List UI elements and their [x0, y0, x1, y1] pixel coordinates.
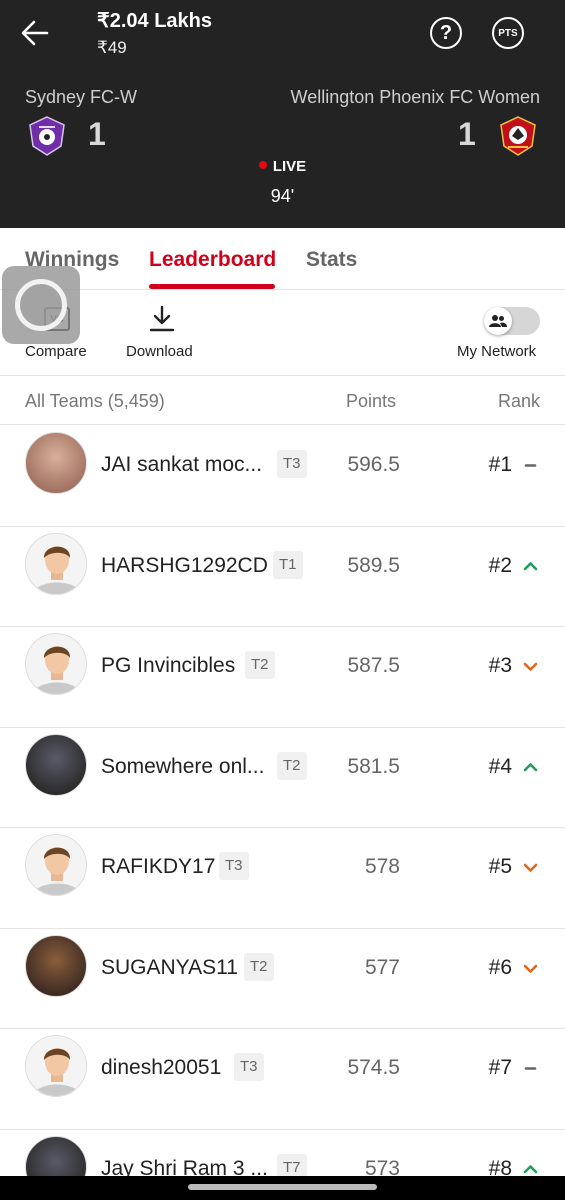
team-rank: #2	[488, 553, 512, 577]
download-button[interactable]: Download	[126, 343, 193, 360]
team-rank: #1	[488, 453, 512, 476]
my-network-toggle[interactable]	[484, 307, 540, 335]
team-number-badge: T2	[245, 651, 275, 679]
leaderboard-row[interactable]: RAFIKDY17 T3 578 #5	[0, 828, 565, 929]
dash-icon	[524, 1067, 537, 1070]
match-header: ₹2.04 Lakhs ₹49 ? PTS Sydney FC-W Wellin…	[0, 0, 565, 228]
leaderboard-row[interactable]: JAI sankat moc... T3 596.5 #1	[0, 426, 565, 527]
leaderboard-header: All Teams (5,459) Points Rank	[0, 377, 565, 425]
compare-button[interactable]: Compare	[25, 343, 87, 360]
leaderboard-row[interactable]: SUGANYAS11 T2 577 #6	[0, 929, 565, 1029]
team-rank: #6	[488, 955, 512, 979]
user-avatar	[25, 733, 87, 796]
chevron-up-icon	[523, 762, 538, 771]
default-avatar-icon	[25, 834, 87, 896]
system-nav-bar	[0, 1176, 565, 1200]
match-minute: 94'	[270, 186, 295, 206]
team-number-badge: T3	[234, 1053, 264, 1081]
live-indicator: LIVE	[0, 158, 565, 175]
download-icon[interactable]	[149, 305, 175, 333]
team-owner-name: PG Invincibles	[101, 654, 236, 677]
team-number-badge: T3	[277, 450, 307, 478]
home-team-logo	[29, 116, 65, 156]
points-system-button[interactable]: PTS	[492, 17, 524, 49]
help-button[interactable]: ?	[430, 17, 462, 49]
team-rank: #7	[488, 1056, 512, 1079]
team-owner-name: dinesh20051	[101, 1056, 222, 1079]
tab-bar: Winnings Leaderboard Stats	[0, 228, 565, 290]
leaderboard-row[interactable]: PG Invincibles T2 587.5 #3	[0, 627, 565, 728]
user-avatar	[25, 934, 87, 997]
default-avatar-icon	[25, 532, 87, 595]
assist-ring-icon	[15, 279, 67, 331]
user-avatar	[25, 432, 87, 494]
team-owner-name: JAI sankat moc...	[101, 453, 263, 476]
team-rank: #4	[488, 754, 512, 778]
chevron-down-icon	[523, 662, 538, 671]
away-score: 1	[458, 116, 476, 152]
toggle-knob	[484, 307, 512, 335]
leaderboard-row[interactable]: HARSHG1292CD T1 589.5 #2	[0, 527, 565, 627]
tab-stats[interactable]: Stats	[306, 248, 357, 272]
team-points: 578	[364, 855, 400, 878]
chevron-up-icon	[523, 1164, 538, 1173]
tab-leaderboard[interactable]: Leaderboard	[149, 248, 276, 272]
home-team-name: Sydney FC-W	[25, 87, 138, 107]
active-tab-indicator	[149, 284, 275, 289]
live-dot-icon	[258, 161, 267, 169]
team-points: 587.5	[347, 654, 400, 677]
arrow-left-icon	[21, 20, 49, 46]
dash-icon	[524, 464, 537, 467]
live-label: LIVE	[272, 158, 307, 175]
team-rank: #5	[488, 855, 512, 878]
default-avatar-icon	[25, 633, 87, 695]
team-points: 596.5	[347, 453, 400, 476]
default-avatar-icon	[25, 1035, 87, 1097]
team-owner-name: Somewhere onl...	[101, 754, 265, 778]
team-number-badge: T3	[219, 852, 249, 880]
leaderboard-list: JAI sankat moc... T3 596.5 #1 HARSHG1292CD T1…	[0, 426, 565, 1200]
my-network-label: My Network	[457, 343, 537, 360]
team-rank: #3	[488, 654, 512, 677]
rank-column-header: Rank	[497, 391, 540, 411]
home-score: 1	[88, 116, 106, 152]
team-owner-name: SUGANYAS11	[101, 955, 238, 979]
team-number-badge: T1	[273, 550, 303, 579]
team-points: 581.5	[347, 754, 400, 778]
leaderboard-row[interactable]: Somewhere onl... T2 581.5 #4	[0, 728, 565, 828]
entry-fee: ₹49	[97, 38, 127, 57]
floating-assist-widget[interactable]	[2, 266, 80, 344]
points-column-header: Points	[346, 391, 397, 411]
chevron-up-icon	[523, 561, 538, 570]
home-gesture-pill[interactable]	[188, 1184, 377, 1190]
chevron-down-icon	[523, 964, 538, 973]
prize-pool: ₹2.04 Lakhs	[97, 10, 213, 32]
question-circle-icon: ?	[439, 21, 453, 44]
team-points: 574.5	[347, 1056, 400, 1079]
points-circle-icon: PTS	[498, 27, 518, 39]
away-team-name: Wellington Phoenix FC Women	[290, 87, 540, 107]
team-number-badge: T2	[244, 952, 274, 981]
team-owner-name: HARSHG1292CD	[101, 553, 268, 577]
team-points: 589.5	[347, 553, 400, 577]
chevron-down-icon	[523, 863, 538, 872]
back-button[interactable]	[18, 14, 52, 52]
team-owner-name: RAFIKDY17	[101, 855, 216, 878]
leaderboard-row[interactable]: dinesh20051 T3 574.5 #7	[0, 1029, 565, 1130]
away-team-logo	[500, 116, 536, 156]
people-icon	[489, 315, 507, 327]
action-bar: VS Compare Download My Network	[0, 291, 565, 376]
team-points: 577	[364, 955, 400, 979]
team-number-badge: T2	[277, 751, 307, 780]
all-teams-count: All Teams (5,459)	[25, 391, 165, 411]
